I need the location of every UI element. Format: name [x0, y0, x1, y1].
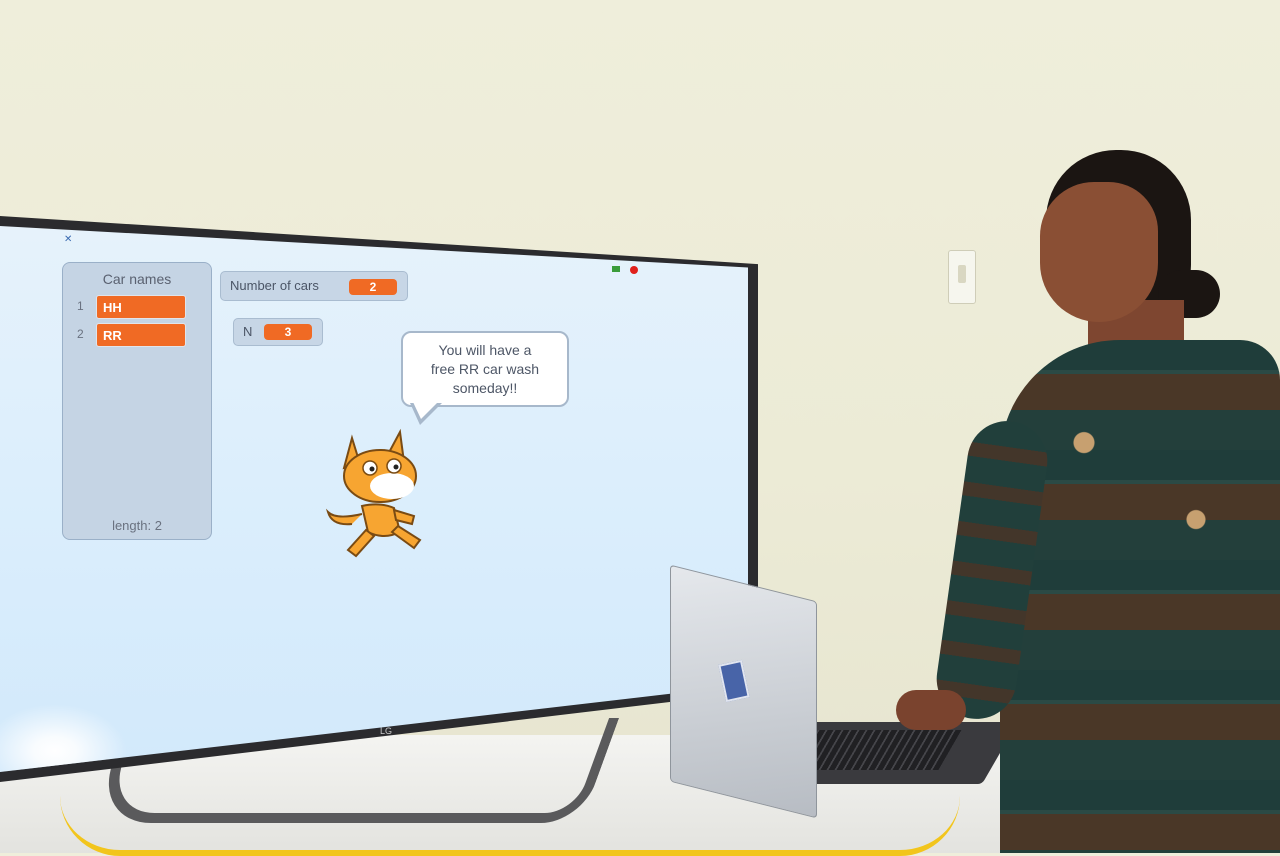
- list-length: length: 2: [112, 518, 162, 533]
- speech-line: free RR car wash: [430, 361, 540, 377]
- fullscreen-icon[interactable]: ✕: [64, 234, 72, 245]
- variable-label: N: [243, 324, 253, 339]
- speech-line: You will have a: [438, 342, 532, 358]
- list-index: 2: [77, 327, 84, 341]
- variable-monitor-number-of-cars[interactable]: Number of cars 2: [220, 271, 408, 301]
- list-item[interactable]: RR: [96, 323, 186, 347]
- green-flag-icon[interactable]: [612, 266, 620, 272]
- person-sweater: [1000, 340, 1280, 853]
- person-face: [1040, 182, 1158, 322]
- list-monitor-car-names[interactable]: Car names 1 HH 2 RR length: 2: [62, 262, 212, 540]
- speech-bubble: You will have a free RR car wash someday…: [401, 331, 569, 407]
- scratch-cat-sprite[interactable]: [322, 428, 440, 563]
- variable-value: 3: [264, 324, 312, 340]
- speech-line: someday!!: [452, 380, 518, 396]
- list-index: 1: [77, 299, 84, 313]
- yellow-cable: [60, 780, 960, 856]
- variable-value: 2: [349, 279, 397, 295]
- person-hand: [896, 690, 966, 730]
- list-item[interactable]: HH: [96, 295, 186, 319]
- stop-icon[interactable]: [630, 266, 638, 274]
- tv-brand-logo: LG: [380, 726, 393, 736]
- speech-bubble-tail-fill: [413, 402, 438, 419]
- variable-monitor-n[interactable]: N 3: [233, 318, 323, 346]
- list-title: Car names: [102, 271, 172, 287]
- wall-outlet: [948, 250, 976, 304]
- variable-label: Number of cars: [230, 278, 319, 293]
